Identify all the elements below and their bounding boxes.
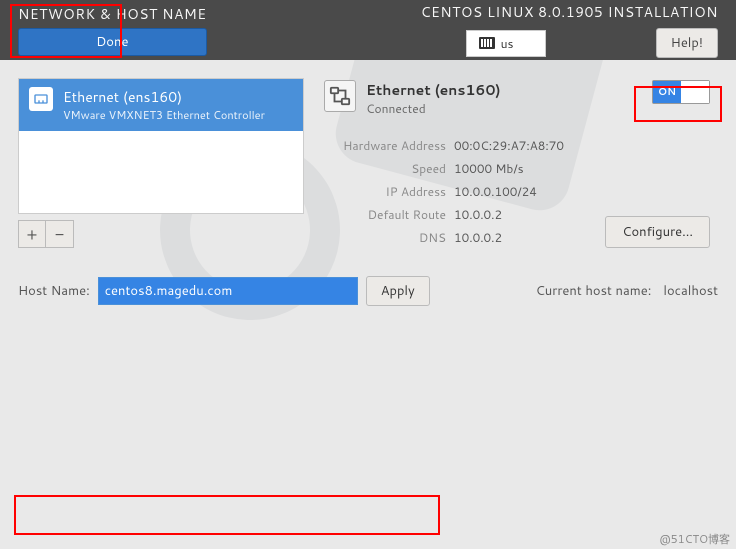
ethernet-icon <box>29 87 53 111</box>
hostname-bar: Host Name: Apply Current host name: loca… <box>0 266 736 320</box>
detail-hardware-address: Hardware Address 00:0C:29:A7:A8:70 <box>324 137 710 154</box>
detail-value: 10000 Mb/s <box>454 160 524 177</box>
detail-value: 10.0.0.100/24 <box>454 183 537 200</box>
toggle-handle <box>681 81 709 103</box>
header-left: NETWORK & HOST NAME Done <box>18 4 207 56</box>
highlight-hostname <box>14 495 440 535</box>
connection-header: Ethernet (ens160) Connected ON <box>324 80 710 117</box>
current-hostname: Current host name: localhost <box>536 282 718 300</box>
detail-label: Hardware Address <box>324 137 454 154</box>
detail-value: 10.0.0.2 <box>454 229 502 246</box>
hostname-label: Host Name: <box>18 282 90 300</box>
connection-text: Ethernet (ens160) Connected <box>366 80 501 117</box>
detail-ip-address: IP Address 10.0.0.100/24 <box>324 183 710 200</box>
install-title: CENTOS LINUX 8.0.1905 INSTALLATION <box>421 2 718 22</box>
done-button[interactable]: Done <box>18 28 207 56</box>
detail-label: IP Address <box>324 183 454 200</box>
network-icon <box>324 80 356 112</box>
header-bar: NETWORK & HOST NAME Done CENTOS LINUX 8.… <box>0 0 736 60</box>
right-panel: Ethernet (ens160) Connected ON Hardware … <box>316 78 718 248</box>
list-controls: + − <box>18 220 304 248</box>
device-list[interactable]: Ethernet (ens160) VMware VMXNET3 Etherne… <box>18 78 304 214</box>
help-button[interactable]: Help! <box>656 28 718 58</box>
detail-label: DNS <box>324 229 454 246</box>
keyboard-icon <box>479 37 495 49</box>
detail-label: Default Route <box>324 206 454 223</box>
toggle-on-label: ON <box>653 81 681 103</box>
device-text: Ethernet (ens160) VMware VMXNET3 Etherne… <box>63 87 265 123</box>
device-desc: VMware VMXNET3 Ethernet Controller <box>63 107 265 123</box>
detail-value: 10.0.0.2 <box>454 206 502 223</box>
left-panel: Ethernet (ens160) VMware VMXNET3 Etherne… <box>18 78 304 248</box>
detail-speed: Speed 10000 Mb/s <box>324 160 710 177</box>
add-device-button[interactable]: + <box>18 220 46 248</box>
hostname-input[interactable] <box>98 277 358 305</box>
keyboard-layout-selector[interactable]: us <box>466 30 546 57</box>
connection-name: Ethernet (ens160) <box>366 80 501 100</box>
content-area: Ethernet (ens160) VMware VMXNET3 Etherne… <box>0 60 736 266</box>
connection-status: Connected <box>366 100 501 117</box>
configure-button[interactable]: Configure... <box>605 216 710 248</box>
detail-value: 00:0C:29:A7:A8:70 <box>454 137 564 154</box>
current-hostname-label: Current host name: <box>536 282 652 300</box>
apply-button[interactable]: Apply <box>366 276 430 306</box>
remove-device-button[interactable]: − <box>46 220 74 248</box>
detail-label: Speed <box>324 160 454 177</box>
device-list-item[interactable]: Ethernet (ens160) VMware VMXNET3 Etherne… <box>19 79 303 131</box>
connection-info: Ethernet (ens160) Connected <box>324 80 501 117</box>
page-title: NETWORK & HOST NAME <box>18 4 207 24</box>
device-name: Ethernet (ens160) <box>63 87 265 107</box>
keyboard-layout-label: us <box>501 35 514 52</box>
current-hostname-value: localhost <box>663 282 718 300</box>
header-right: CENTOS LINUX 8.0.1905 INSTALLATION us He… <box>421 2 718 58</box>
connection-toggle[interactable]: ON <box>652 80 710 104</box>
watermark-credit: @51CTO博客 <box>659 531 730 547</box>
